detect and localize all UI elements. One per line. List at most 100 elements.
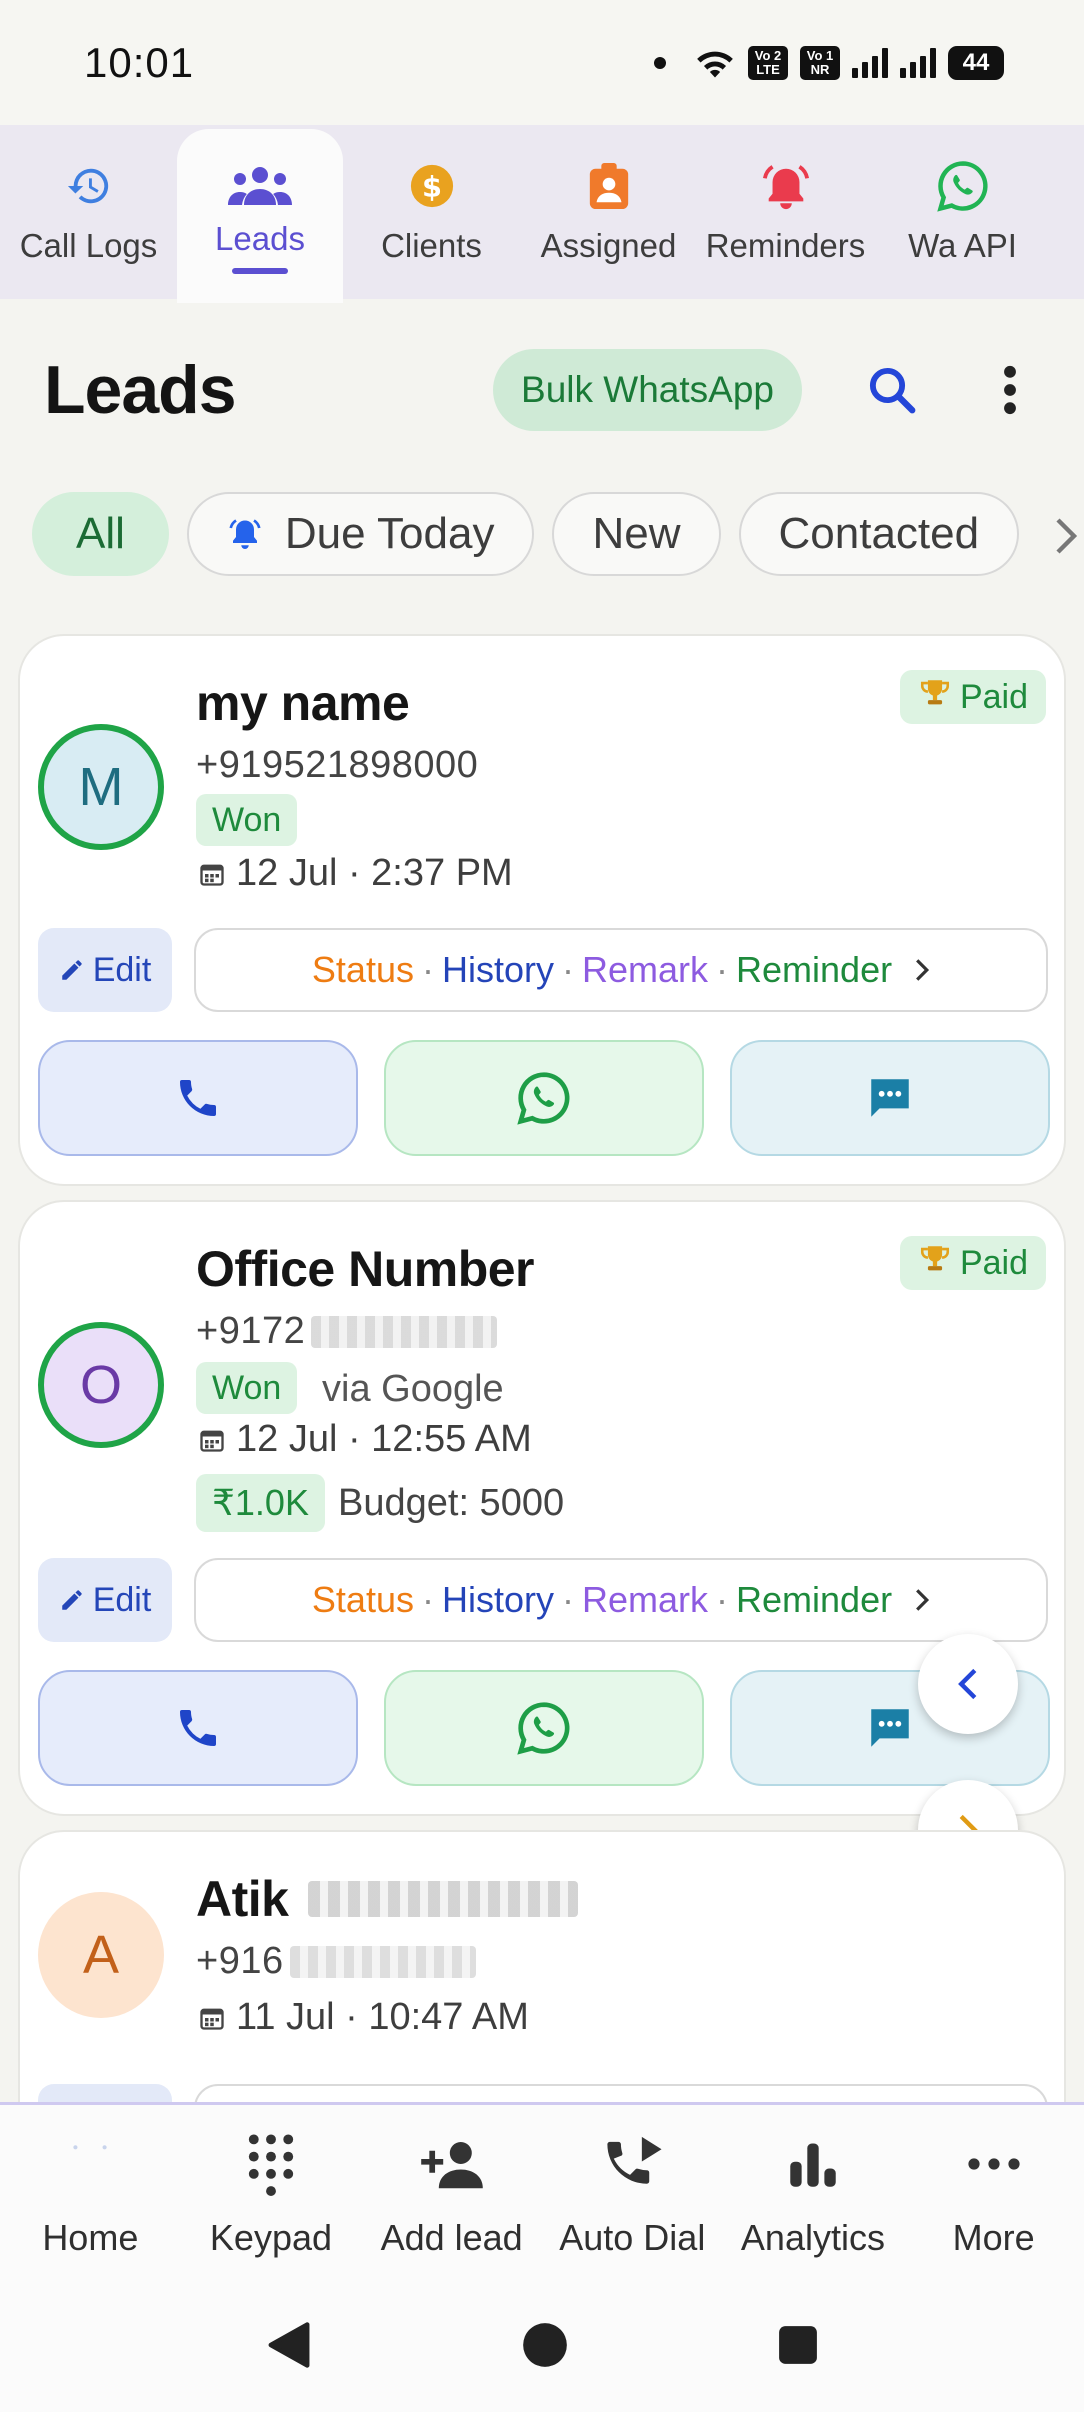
chip-contacted[interactable]: Contacted — [738, 492, 1020, 576]
deal-amount-badge: ₹1.0K — [196, 1474, 325, 1532]
history-link[interactable]: History — [442, 949, 554, 991]
lead-name: my name — [196, 675, 410, 731]
remark-link[interactable]: Remark — [582, 949, 708, 991]
trophy-icon — [918, 676, 952, 719]
tab-label: Wa API — [908, 227, 1017, 264]
scroll-previous-button[interactable] — [918, 1634, 1018, 1734]
bell-icon — [227, 516, 263, 552]
reminder-link[interactable]: Reminder — [736, 1579, 892, 1621]
tab-label: Assigned — [540, 227, 677, 264]
chip-new[interactable]: New — [552, 492, 721, 576]
bulk-whatsapp-button[interactable]: Bulk WhatsApp — [493, 349, 802, 431]
calendar-icon — [200, 1430, 224, 1452]
overflow-menu-icon[interactable] — [980, 360, 1040, 420]
wifi-icon — [697, 51, 733, 77]
tab-assigned[interactable]: Assigned — [520, 125, 697, 299]
call-button[interactable] — [38, 1670, 358, 1786]
sim1-volte-icon: Vo 2 LTE — [748, 45, 788, 80]
home-circle-icon[interactable] — [522, 2322, 568, 2373]
alarm-bell-icon — [761, 159, 811, 213]
lead-actions-bar: Status · History · Remark · Reminder — [194, 1558, 1048, 1642]
nav-analytics[interactable]: Analytics — [723, 2105, 904, 2282]
filter-chips: All Due Today New Contacted — [32, 492, 1084, 576]
tab-label: Reminders — [705, 227, 866, 264]
active-tab-indicator — [232, 268, 288, 274]
nav-more[interactable]: More — [903, 2105, 1084, 2282]
whatsapp-button[interactable] — [384, 1670, 704, 1786]
whatsapp-icon — [936, 159, 990, 213]
history-link[interactable]: History — [442, 1579, 554, 1621]
top-tab-bar: Call Logs Leads $ Clients Assigned Remin… — [0, 125, 1084, 303]
nav-add-lead[interactable]: Add lead — [361, 2105, 542, 2282]
recents-square-icon[interactable] — [777, 2324, 819, 2371]
tab-call-logs[interactable]: Call Logs — [0, 125, 177, 299]
lead-phone: +919521898000 — [196, 744, 479, 786]
calendar-icon — [200, 2008, 224, 2030]
pencil-icon — [61, 1590, 82, 1610]
phone-icon — [180, 1080, 216, 1116]
call-button[interactable] — [38, 1040, 358, 1156]
badge-icon — [587, 159, 631, 213]
home-icon — [65, 2129, 115, 2199]
message-icon — [871, 1079, 909, 1117]
status-bar: 10:01 Vo 2 LTE Vo 1 NR 44 — [0, 0, 1084, 125]
tab-clients[interactable]: $ Clients — [343, 125, 520, 299]
edit-button[interactable]: Edit — [38, 1558, 172, 1642]
calendar-icon — [200, 864, 224, 886]
chevron-right-icon — [914, 957, 930, 983]
tab-wa-api[interactable]: Wa API — [874, 125, 1051, 299]
more-horizontal-icon — [968, 2129, 1020, 2199]
back-icon[interactable] — [265, 2320, 313, 2375]
avatar: A — [38, 1892, 164, 2018]
battery-icon: 44 — [948, 45, 1004, 80]
search-icon[interactable] — [862, 360, 922, 420]
paid-badge: Paid — [899, 670, 1046, 724]
lead-card[interactable]: O Office Number Paid +9172 Won via Googl… — [18, 1200, 1066, 1816]
status-icons: Vo 2 LTE Vo 1 NR 44 — [654, 45, 1004, 80]
lead-name: Office Number — [196, 1241, 535, 1297]
lead-phone: +916 — [196, 1940, 476, 1983]
chips-scroll-right-icon[interactable] — [1054, 516, 1084, 556]
lead-budget: Budget: 5000 — [338, 1482, 565, 1524]
chip-label: Due Today — [284, 509, 495, 558]
edit-button[interactable]: Edit — [38, 928, 172, 1012]
whatsapp-icon — [517, 1072, 570, 1125]
chip-all[interactable]: All — [32, 492, 169, 576]
status-link[interactable]: Status — [312, 949, 414, 991]
status-link[interactable]: Status — [312, 1579, 414, 1621]
chevron-right-icon — [914, 1587, 930, 1613]
avatar: M — [38, 724, 164, 850]
tab-label: Call Logs — [19, 227, 158, 264]
history-clock-icon — [66, 159, 112, 213]
page-header: Leads Bulk WhatsApp — [0, 310, 1084, 470]
group-icon — [228, 158, 292, 212]
redacted-digits — [289, 1945, 476, 1978]
nav-auto-dial[interactable]: Auto Dial — [542, 2105, 723, 2282]
tab-leads[interactable]: Leads — [177, 129, 343, 303]
lead-name: Atik — [196, 1870, 579, 1928]
lead-card[interactable]: M my name Paid +919521898000 Won 12 Jul … — [18, 634, 1066, 1186]
bar-chart-icon — [788, 2129, 838, 2199]
signal-strength-1-icon — [852, 47, 888, 78]
lead-date: 12 Jul · 12:55 AM — [198, 1418, 532, 1461]
nav-keypad[interactable]: Keypad — [181, 2105, 362, 2282]
message-icon — [871, 1709, 909, 1747]
nav-home[interactable]: Home — [0, 2105, 181, 2282]
sms-button[interactable] — [730, 1040, 1050, 1156]
tab-reminders[interactable]: Reminders — [697, 125, 874, 299]
dialpad-icon — [245, 2129, 297, 2199]
bottom-navigation: Home Keypad Add lead Auto Dial Analytics… — [0, 2102, 1084, 2282]
remark-link[interactable]: Remark — [582, 1579, 708, 1621]
chip-due-today[interactable]: Due Today — [186, 492, 535, 576]
svg-text:$: $ — [421, 170, 441, 204]
paid-badge: Paid — [899, 1236, 1046, 1290]
redacted-text — [308, 1881, 579, 1917]
lead-phone: +9172 — [196, 1310, 498, 1353]
whatsapp-button[interactable] — [384, 1040, 704, 1156]
trophy-icon — [918, 1242, 952, 1285]
reminder-link[interactable]: Reminder — [736, 949, 892, 991]
avatar: O — [38, 1322, 164, 1448]
phone-icon — [180, 1710, 216, 1746]
notification-dot-icon — [654, 56, 666, 69]
sim2-vonr-icon: Vo 1 NR — [800, 45, 840, 80]
